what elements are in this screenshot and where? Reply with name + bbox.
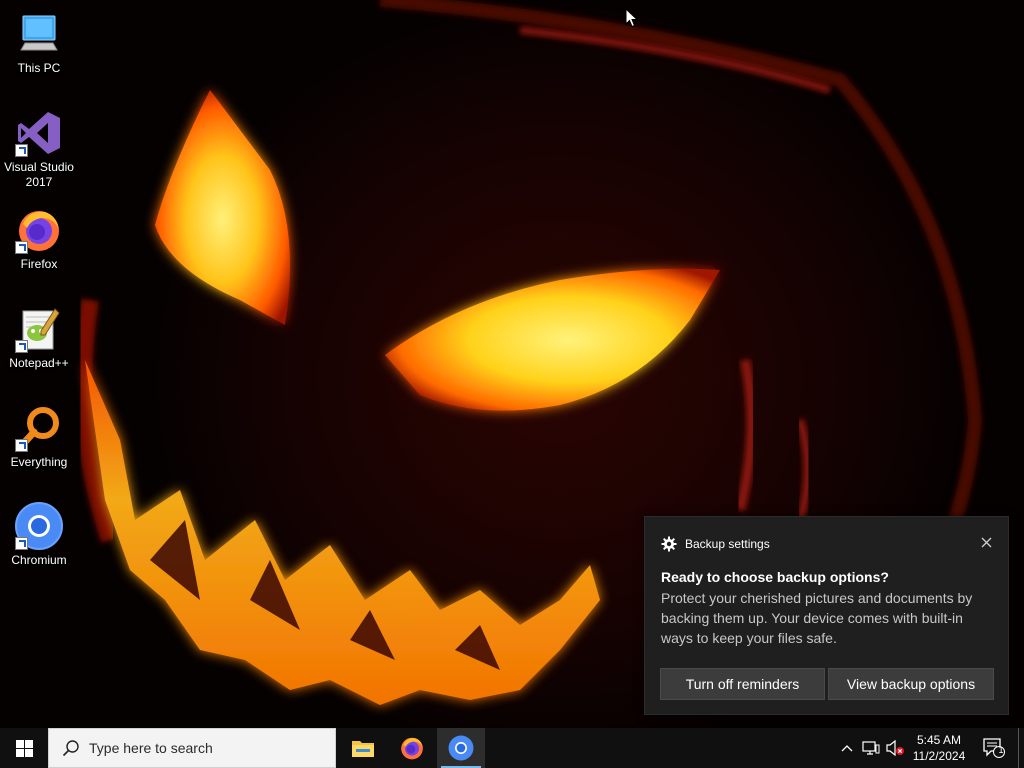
firefox-icon — [15, 206, 63, 254]
shortcut-arrow-icon — [15, 241, 28, 254]
close-icon — [981, 537, 991, 547]
desktop-icon-notepadpp[interactable]: Notepad++ — [2, 299, 76, 383]
chevron-up-icon — [841, 745, 853, 752]
desktop-icon-label: Chromium — [11, 553, 67, 567]
desktop-icon-label: Everything — [10, 455, 68, 469]
taskbar-chromium[interactable] — [437, 728, 485, 768]
everything-icon — [15, 404, 63, 452]
shortcut-arrow-icon — [15, 439, 28, 452]
windows-logo-icon — [15, 739, 33, 757]
show-hidden-icons-button[interactable] — [838, 728, 856, 768]
view-backup-options-button[interactable]: View backup options — [828, 668, 994, 700]
shortcut-arrow-icon — [15, 537, 28, 550]
firefox-icon — [401, 737, 423, 760]
taskbar-firefox[interactable] — [388, 728, 436, 768]
start-button[interactable] — [0, 728, 48, 768]
desktop-icon-chromium[interactable]: Chromium — [2, 496, 76, 580]
volume-control[interactable] — [884, 728, 906, 768]
taskbar-search-box[interactable]: Type here to search — [48, 728, 336, 768]
toast-header: Backup settings — [661, 535, 770, 553]
action-center-button[interactable]: 1 — [976, 728, 1012, 768]
desktop-icon-label: This PC — [17, 61, 61, 75]
shortcut-arrow-icon — [15, 144, 28, 157]
clock-time: 5:45 AM — [916, 733, 962, 747]
desktop-icon-visual-studio[interactable]: Visual Studio 2017 — [2, 103, 76, 189]
backup-notification-toast[interactable]: Backup settings Ready to choose backup o… — [644, 516, 1009, 715]
mouse-cursor-icon — [625, 8, 639, 28]
taskbar-file-explorer[interactable] — [339, 728, 387, 768]
clock-date: 11/2/2024 — [912, 749, 966, 763]
show-desktop-button[interactable] — [1018, 728, 1024, 768]
taskbar: Type here to search 5:45 AM 11/2/2024 1 — [0, 728, 1024, 768]
shortcut-arrow-icon — [15, 340, 28, 353]
desktop-icon-firefox[interactable]: Firefox — [2, 200, 76, 284]
toast-title: Ready to choose backup options? — [661, 569, 889, 585]
search-icon — [62, 740, 79, 757]
notification-count-badge: 1 — [998, 745, 1004, 755]
network-icon — [862, 741, 880, 755]
desktop-icon-label: Notepad++ — [9, 356, 69, 370]
toast-app-name: Backup settings — [685, 537, 770, 551]
gear-icon — [661, 536, 677, 552]
close-toast-button[interactable] — [978, 534, 994, 550]
volume-muted-icon — [886, 740, 904, 756]
toast-body: Protect your cherished pictures and docu… — [661, 590, 973, 646]
desktop-icon-label: Visual Studio 2017 — [4, 160, 74, 189]
desktop-icon-this-pc[interactable]: This PC — [2, 4, 76, 88]
turn-off-reminders-button[interactable]: Turn off reminders — [660, 668, 825, 700]
chromium-icon — [15, 502, 63, 550]
notepadpp-icon — [15, 305, 63, 353]
this-pc-icon — [15, 10, 63, 58]
chromium-icon — [448, 735, 474, 761]
visual-studio-icon — [15, 109, 63, 157]
file-explorer-icon — [352, 741, 374, 757]
desktop-icon-label: Firefox — [20, 257, 58, 271]
desktop-icon-everything[interactable]: Everything — [2, 398, 76, 482]
taskbar-clock[interactable]: 5:45 AM 11/2/2024 — [910, 728, 968, 768]
network-status[interactable] — [860, 728, 882, 768]
search-placeholder: Type here to search — [89, 740, 213, 756]
